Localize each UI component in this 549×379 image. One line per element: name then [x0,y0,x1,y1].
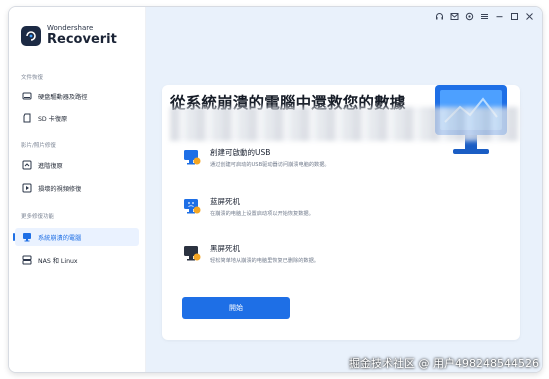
sd-card-icon [21,112,33,124]
close-icon[interactable] [525,12,534,21]
sidebar-item-label: 損壞的視頻修復 [38,185,82,193]
advanced-recovery-icon [21,159,33,171]
option-blue-screen[interactable]: 蓝屏死机 在崩溃的电脑上设置启动项以开始恢复数据。 [182,196,314,217]
option-title: 蓝屏死机 [210,197,240,206]
option-title: 黑屏死机 [210,244,240,253]
option-description: 轻松简单地从崩溃的电脑里恢复已删除的数据。 [210,258,319,264]
option-black-screen[interactable]: 黑屏死机 轻松简单地从崩溃的电脑里恢复已删除的数据。 [182,243,319,264]
section-file-recovery: 文件恢復 [21,75,44,81]
nas-icon [21,254,33,266]
mail-icon[interactable] [450,12,459,21]
minimize-icon[interactable] [495,12,504,21]
sidebar-item-crashed-computer[interactable]: 系統崩潰的電腦 [13,228,139,246]
maximize-icon[interactable] [510,12,519,21]
sidebar-item-video-repair[interactable]: 損壞的視頻修復 [15,179,139,197]
option-bootable-usb[interactable]: 創建可啟動的USB 通过创建可启动的USB驱动器访问崩溃电脑的数据。 [182,147,330,168]
brand: Wondershare Recoverit [21,25,117,46]
option-title: 創建可啟動的USB [210,148,271,157]
section-more-features: 更多修復功能 [21,214,55,220]
blurred-overlay [170,107,520,141]
sidebar-item-sd-card[interactable]: SD 卡復原 [15,109,139,127]
settings-icon[interactable] [465,12,474,21]
window-controls [435,12,534,21]
option-description: 通过创建可启动的USB驱动器访问崩溃电脑的数据。 [210,162,330,168]
sidebar-item-label: 進階復原 [38,162,63,170]
sidebar-item-advanced[interactable]: 進階復原 [15,156,139,174]
option-description: 在崩溃的电脑上设置启动项以开始恢复数据。 [210,211,314,217]
sidebar-item-label: SD 卡復原 [38,115,68,123]
sidebar-item-drives[interactable]: 硬盘驅動器及路徑 [15,87,139,105]
hard-drive-icon [21,90,33,102]
recoverit-logo-icon [21,25,41,46]
brand-product: Recoverit [47,32,117,47]
crashed-computer-icon [21,231,33,243]
sidebar-item-nas-linux[interactable]: NAS 和 Linux [15,251,139,269]
watermark: 掘金技术社区 @ 用户498248544526 [349,357,539,370]
start-button[interactable]: 開始 [182,297,290,319]
video-repair-icon [21,182,33,194]
sidebar-item-label: NAS 和 Linux [38,257,78,265]
menu-icon[interactable] [480,12,489,21]
sidebar-item-label: 系統崩潰的電腦 [38,234,82,242]
usb-computer-icon [182,147,202,167]
headset-icon[interactable] [435,12,444,21]
app-window: Wondershare Recoverit 文件恢復 硬盘驅動器及路徑 SD 卡… [8,6,543,373]
blue-screen-icon [182,196,202,216]
sidebar-item-label: 硬盘驅動器及路徑 [38,93,88,101]
black-screen-icon [182,243,202,263]
section-media-repair: 影片/照片修復 [21,143,56,149]
sidebar: Wondershare Recoverit 文件恢復 硬盘驅動器及路徑 SD 卡… [9,7,146,372]
brand-company: Wondershare [47,24,94,32]
main-panel: 從系統崩潰的電腦中還救您的數據 創建可啟動的USB 通过创建可启动的USB驱动器… [146,7,542,372]
